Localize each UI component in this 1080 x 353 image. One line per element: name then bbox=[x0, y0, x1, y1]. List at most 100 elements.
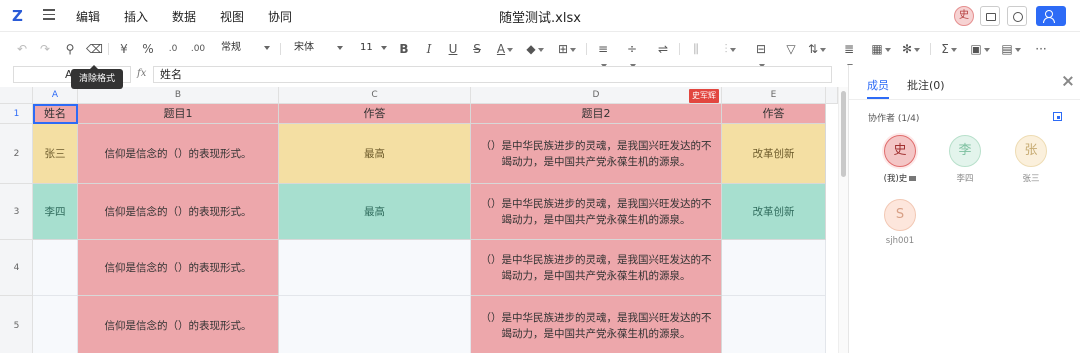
font-color-button[interactable]: A bbox=[494, 41, 516, 57]
cell-a5[interactable] bbox=[33, 296, 78, 353]
cell-c4[interactable] bbox=[279, 240, 471, 296]
cell-e2[interactable]: 改革创新 bbox=[722, 124, 826, 184]
row-header-3[interactable]: 3 bbox=[0, 184, 33, 240]
row-header-5[interactable]: 5 bbox=[0, 296, 33, 353]
merge-cells-icon[interactable]: ⫼ bbox=[689, 41, 703, 57]
underline-button[interactable]: U bbox=[447, 41, 459, 57]
filter-icon[interactable]: ▽ bbox=[785, 41, 797, 57]
cell-e5[interactable] bbox=[722, 296, 826, 353]
vertical-align-icon[interactable]: ÷ bbox=[623, 41, 641, 68]
menu-data[interactable]: 数据 bbox=[172, 8, 196, 25]
row-header-4[interactable]: 4 bbox=[0, 240, 33, 296]
avatar: 张 bbox=[1015, 135, 1047, 167]
formula-input[interactable]: 姓名 bbox=[153, 66, 832, 83]
cell-d1[interactable]: 题目2 bbox=[471, 104, 722, 124]
number-format-select[interactable]: 常规 bbox=[217, 40, 273, 58]
cell-d4[interactable]: （）是中华民族进步的灵魂，是我国兴旺发达的不竭动力，是中国共产党永葆生机的源泉。 bbox=[471, 240, 722, 296]
member-zhangsan[interactable]: 张 张三 bbox=[1006, 135, 1056, 184]
row-header-2[interactable]: 2 bbox=[0, 124, 33, 184]
current-user-avatar[interactable]: 史 bbox=[954, 6, 974, 26]
font-color-label: A bbox=[496, 42, 506, 56]
column-header-c[interactable]: C bbox=[279, 87, 471, 104]
avatar: 李 bbox=[949, 135, 981, 167]
app-logo-icon[interactable]: Z bbox=[12, 8, 28, 24]
row-header-1[interactable]: 1 bbox=[0, 104, 33, 124]
cell-c1[interactable]: 作答 bbox=[279, 104, 471, 124]
tab-members[interactable]: 成员 bbox=[867, 77, 889, 93]
tab-comments[interactable]: 批注(0) bbox=[907, 77, 945, 93]
share-collaborators-button[interactable] bbox=[1036, 6, 1066, 26]
cell-a2[interactable]: 张三 bbox=[33, 124, 78, 184]
hamburger-menu-icon[interactable] bbox=[43, 9, 55, 21]
rows-columns-icon[interactable]: ⊟ bbox=[752, 41, 770, 68]
cell-b5[interactable]: 信仰是信念的（）的表现形式。 bbox=[78, 296, 279, 353]
italic-button[interactable]: I bbox=[423, 41, 435, 57]
column-header-a[interactable]: A bbox=[33, 87, 78, 104]
table-style-icon[interactable]: ▦ bbox=[871, 41, 891, 57]
row-number: 2 bbox=[13, 148, 20, 159]
redo-icon[interactable]: ↷ bbox=[38, 41, 52, 57]
cell-e1[interactable]: 作答 bbox=[722, 104, 826, 124]
cell-e3[interactable]: 改革创新 bbox=[722, 184, 826, 240]
cell-b2[interactable]: 信仰是信念的（）的表现形式。 bbox=[78, 124, 279, 184]
fill-color-button[interactable]: ◆ bbox=[524, 41, 546, 57]
insert-chart-icon[interactable]: ▤ bbox=[1001, 41, 1021, 57]
font-size-select[interactable]: 11 bbox=[356, 40, 390, 58]
format-painter-icon[interactable]: ⚲ bbox=[63, 41, 77, 57]
currency-icon[interactable]: ¥ bbox=[118, 41, 130, 57]
menu-insert[interactable]: 插入 bbox=[124, 8, 148, 25]
wrap-text-icon[interactable]: ⇌ bbox=[656, 41, 670, 57]
scrollbar-thumb[interactable] bbox=[841, 91, 846, 177]
sort-icon[interactable]: ⇅ bbox=[806, 41, 828, 57]
column-header-e[interactable]: E bbox=[722, 87, 826, 104]
freeze-panes-icon[interactable]: ✻ bbox=[901, 41, 921, 57]
percent-icon[interactable]: % bbox=[142, 41, 154, 57]
cell-b1[interactable]: 题目1 bbox=[78, 104, 279, 124]
document-title: 随堂测试.xlsx bbox=[499, 11, 581, 26]
freeze-icon[interactable]: ⫶ bbox=[721, 41, 739, 57]
cell-c3[interactable]: 最高 bbox=[279, 184, 471, 240]
more-options-icon[interactable]: ··· bbox=[1033, 41, 1049, 57]
qr-code-icon[interactable] bbox=[1053, 112, 1062, 121]
comment-icon[interactable] bbox=[980, 6, 1000, 26]
column-header-f[interactable] bbox=[826, 87, 838, 104]
cell-d3[interactable]: （）是中华民族进步的灵魂，是我国兴旺发达的不竭动力，是中国共产党永葆生机的源泉。 bbox=[471, 184, 722, 240]
column-header-d[interactable]: D bbox=[471, 87, 722, 104]
conditional-format-icon[interactable]: ≣ bbox=[840, 41, 858, 68]
borders-button[interactable]: ⊞ bbox=[556, 41, 578, 57]
bold-button[interactable]: B bbox=[398, 41, 410, 57]
insert-image-icon[interactable]: ▣ bbox=[970, 41, 990, 57]
eraser-icon[interactable]: ⌫ bbox=[86, 41, 103, 57]
fx-icon: fx bbox=[137, 68, 147, 79]
cell-a3[interactable]: 李四 bbox=[33, 184, 78, 240]
cell-d2[interactable]: （）是中华民族进步的灵魂，是我国兴旺发达的不竭动力，是中国共产党永葆生机的源泉。 bbox=[471, 124, 722, 184]
history-icon[interactable] bbox=[1007, 6, 1027, 26]
column-header-b[interactable]: B bbox=[78, 87, 279, 104]
select-all-corner[interactable] bbox=[0, 87, 33, 104]
sum-function-button[interactable]: Σ bbox=[939, 41, 959, 57]
cell-a4[interactable] bbox=[33, 240, 78, 296]
horizontal-align-icon[interactable]: ≡ bbox=[594, 41, 612, 68]
vertical-scrollbar[interactable] bbox=[838, 87, 848, 353]
cell-c2[interactable]: 最高 bbox=[279, 124, 471, 184]
cell-c5[interactable] bbox=[279, 296, 471, 353]
menu-collaborate[interactable]: 协同 bbox=[268, 8, 292, 25]
cell-b4[interactable]: 信仰是信念的（）的表现形式。 bbox=[78, 240, 279, 296]
cell-b3[interactable]: 信仰是信念的（）的表现形式。 bbox=[78, 184, 279, 240]
increase-decimal-icon[interactable]: .00 bbox=[189, 41, 207, 57]
menu-edit[interactable]: 编辑 bbox=[76, 8, 100, 25]
menu-view[interactable]: 视图 bbox=[220, 8, 244, 25]
member-lisi[interactable]: 李 李四 bbox=[940, 135, 990, 184]
close-icon[interactable] bbox=[1062, 75, 1074, 87]
undo-icon[interactable]: ↶ bbox=[15, 41, 29, 57]
strikethrough-button[interactable]: S bbox=[471, 41, 483, 57]
decrease-decimal-icon[interactable]: .0 bbox=[166, 41, 180, 57]
row-number: 3 bbox=[13, 206, 20, 217]
member-sjh001[interactable]: S sjh001 bbox=[875, 199, 925, 246]
cell-a1[interactable]: 姓名 bbox=[33, 104, 78, 124]
member-self[interactable]: 史 (我)史 bbox=[875, 135, 925, 184]
collaboration-panel: 成员 批注(0) 协作者 (1/4) 史 (我)史 李 李四 张 张三 S sj… bbox=[848, 65, 1080, 353]
cell-e4[interactable] bbox=[722, 240, 826, 296]
cell-d5[interactable]: （）是中华民族进步的灵魂，是我国兴旺发达的不竭动力，是中国共产党永葆生机的源泉。 bbox=[471, 296, 722, 353]
font-family-select[interactable]: 宋体 bbox=[290, 40, 346, 58]
